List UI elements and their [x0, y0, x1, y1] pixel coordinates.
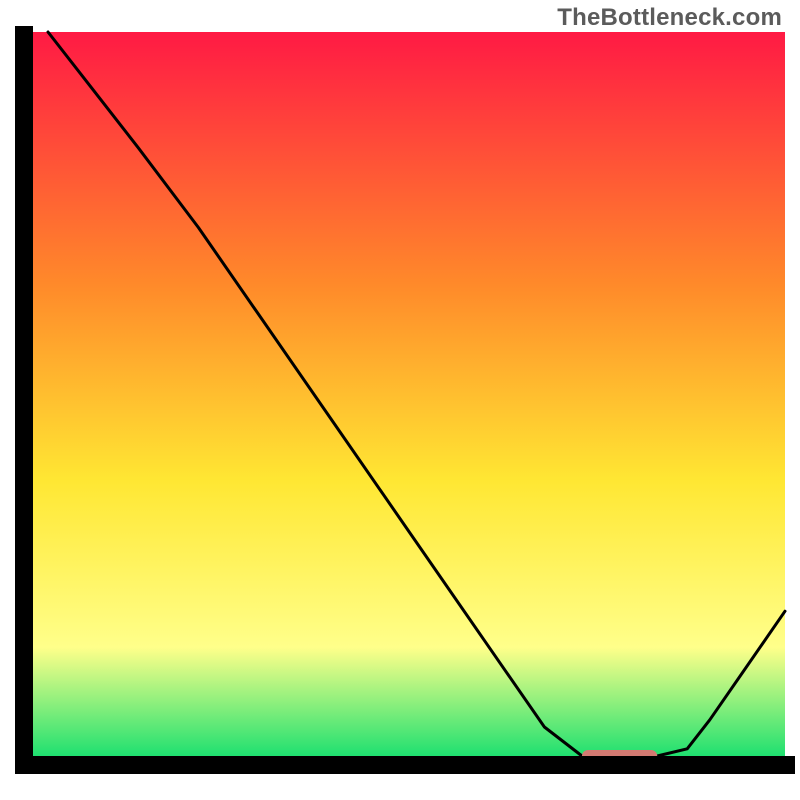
watermark-label: TheBottleneck.com: [557, 4, 782, 32]
chart-svg: [0, 0, 800, 800]
plot-background: [33, 32, 785, 756]
chart-container: TheBottleneck.com: [0, 0, 800, 800]
